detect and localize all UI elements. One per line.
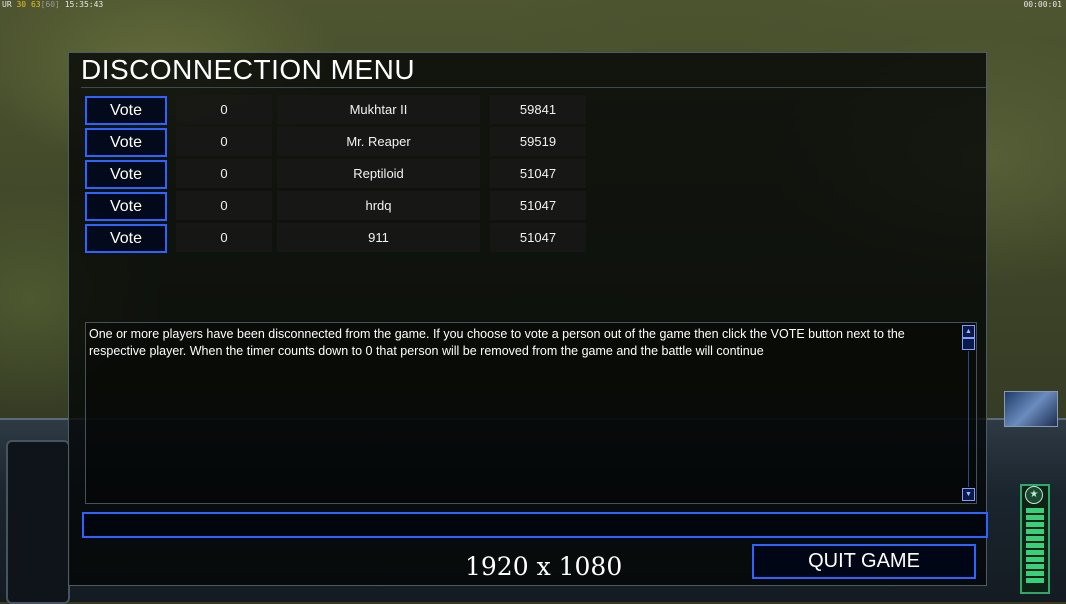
hud-clock: 15:35:43 [64, 0, 104, 9]
power-meter-segment [1026, 536, 1044, 541]
scroll-up-icon[interactable]: ▲ [962, 325, 975, 338]
vote-button[interactable]: Vote [85, 128, 167, 157]
vote-button[interactable]: Vote [85, 224, 167, 253]
power-meter-segment [1026, 543, 1044, 548]
star-icon: ★ [1025, 486, 1043, 504]
hud-prefix: UR [2, 0, 12, 9]
vote-button[interactable]: Vote [85, 192, 167, 221]
power-meter-segment [1026, 550, 1044, 555]
title-divider [81, 87, 986, 88]
command-bar-left-bay [6, 440, 70, 604]
vote-timer: 0 [176, 127, 272, 156]
vote-timer: 0 [176, 223, 272, 252]
power-meter-segment [1026, 508, 1044, 513]
vote-timer: 0 [176, 191, 272, 220]
power-meter-segment [1026, 522, 1044, 527]
power-meter-segment [1026, 564, 1044, 569]
player-latency: 59841 [490, 95, 586, 124]
vote-button[interactable]: Vote [85, 160, 167, 189]
disconnection-dialog: DISCONNECTION MENU Vote 0 Mukhtar II 59841 V… [68, 52, 988, 586]
resolution-label: 1920 x 1080 [465, 552, 623, 581]
power-meter-segment [1026, 578, 1044, 583]
player-name: Mukhtar II [277, 95, 480, 124]
power-meter-segment [1026, 557, 1044, 562]
hud-value-1: 30 [16, 0, 27, 9]
player-latency: 51047 [490, 159, 586, 188]
quit-game-button[interactable]: QUIT GAME [752, 544, 976, 579]
player-latency: 51047 [490, 191, 586, 220]
power-meter-segment [1026, 571, 1044, 576]
player-latency: 59519 [490, 127, 586, 156]
dialog-title: DISCONNECTION MENU [81, 54, 416, 85]
hud-elapsed-time: 00:00:01 [1023, 0, 1062, 9]
message-scrollbar[interactable]: ▲ ▼ [962, 325, 975, 501]
vote-timer: 0 [176, 159, 272, 188]
vote-button[interactable]: Vote [85, 96, 167, 125]
player-name: 911 [277, 223, 480, 252]
power-meter-segment [1026, 515, 1044, 520]
satellite-icon[interactable] [1004, 391, 1058, 427]
hud-value-3: 60 [45, 0, 56, 9]
scroll-thumb[interactable] [962, 338, 975, 350]
hud-value-2: 63 [30, 0, 41, 9]
chat-input[interactable] [82, 512, 988, 538]
message-box: One or more players have been disconnect… [85, 322, 977, 504]
scroll-down-icon[interactable]: ▼ [962, 488, 975, 501]
player-name: hrdq [277, 191, 480, 220]
player-latency: 51047 [490, 223, 586, 252]
hud-stats: UR 30 63[60] 15:35:43 [2, 0, 104, 9]
message-text: One or more players have been disconnect… [89, 327, 905, 358]
player-name: Reptiloid [277, 159, 480, 188]
vote-timer: 0 [176, 95, 272, 124]
scroll-track [968, 351, 969, 487]
power-meter-segment [1026, 529, 1044, 534]
player-name: Mr. Reaper [277, 127, 480, 156]
